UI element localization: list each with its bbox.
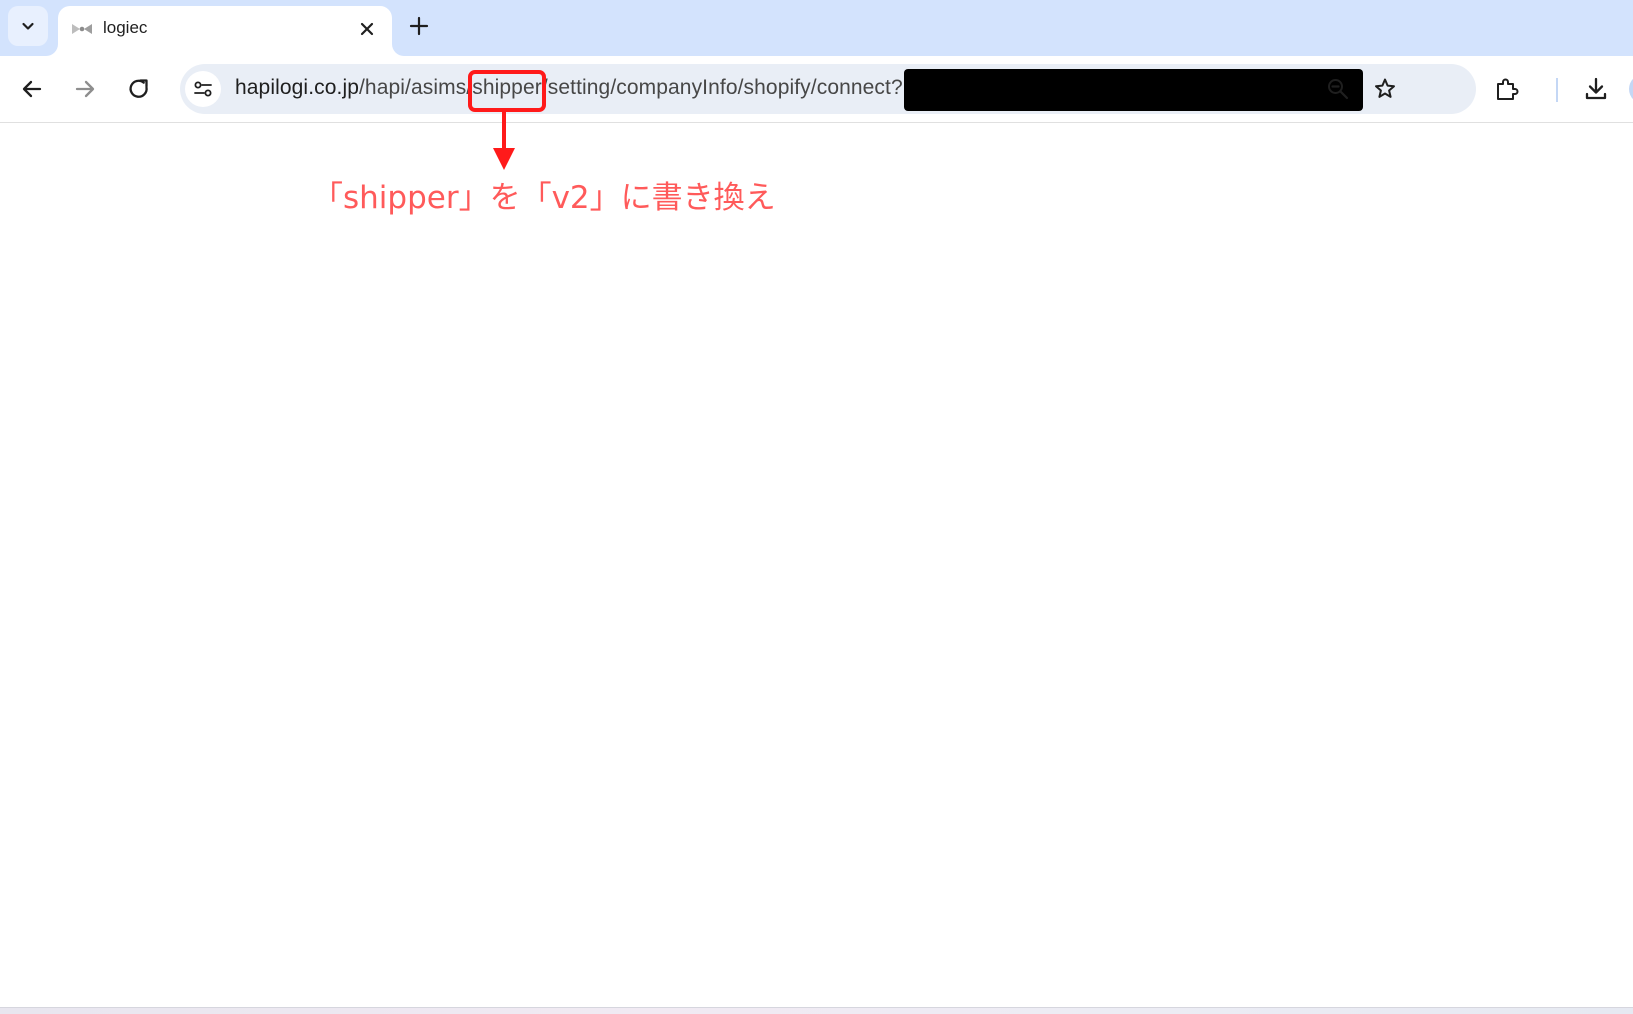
zoom-out-icon[interactable] (1325, 76, 1351, 102)
reload-icon[interactable] (125, 75, 153, 103)
chevron-down-icon (22, 22, 34, 30)
forward-arrow-icon[interactable] (71, 75, 99, 103)
plus-icon[interactable] (407, 14, 431, 38)
extensions-icon[interactable] (1493, 75, 1521, 103)
site-info-button[interactable] (185, 71, 221, 107)
bow-tie-favicon (72, 24, 92, 34)
annotation-text: 「shipper」を「v2」に書き換え (312, 180, 776, 216)
back-arrow-icon[interactable] (18, 75, 46, 103)
redaction-bar (904, 69, 1363, 111)
url-highlight-box (468, 70, 546, 112)
tab-title: logiec (103, 18, 148, 37)
tab-search-button[interactable] (8, 6, 48, 46)
star-icon[interactable] (1372, 76, 1398, 102)
download-icon[interactable] (1582, 75, 1610, 103)
address-bar[interactable]: hapilogi.co.jp/hapi/asims/shipper/settin… (180, 64, 1476, 114)
browser-toolbar: hapilogi.co.jp/hapi/asims/shipper/settin… (0, 56, 1633, 123)
avatar[interactable] (1629, 74, 1633, 104)
active-tab[interactable]: logiec (58, 6, 392, 56)
tab-strip: logiec (0, 0, 1633, 56)
url-path-after: /setting/companyInfo/shopify/connect? (541, 76, 903, 99)
toolbar-separator (1556, 78, 1558, 102)
annotation-arrow (493, 110, 515, 170)
close-icon[interactable] (356, 18, 378, 40)
tune-icon (194, 81, 212, 97)
url-text[interactable]: hapilogi.co.jp/hapi/asims/shipper/settin… (235, 76, 903, 100)
url-host: hapilogi.co.jp (235, 76, 359, 99)
url-path-before: /hapi/asims/ (359, 76, 473, 99)
